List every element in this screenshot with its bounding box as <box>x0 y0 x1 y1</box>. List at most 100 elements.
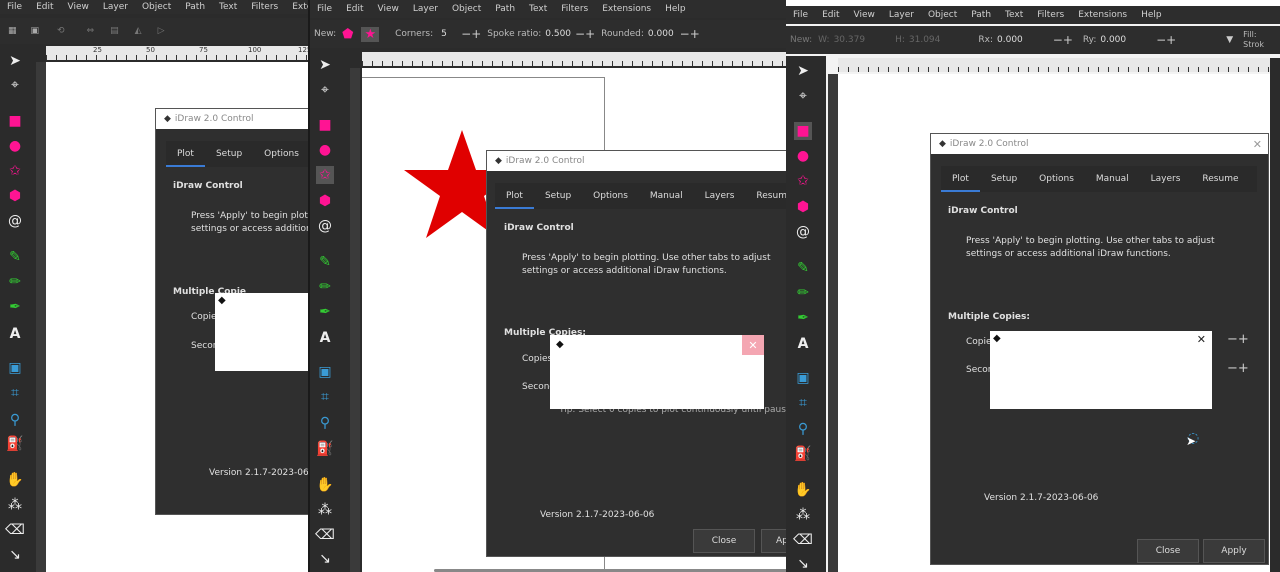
rect-icon[interactable]: ■ <box>794 122 812 140</box>
menu-extensions[interactable]: Extensions <box>285 2 310 12</box>
tab-setup[interactable]: Setup <box>980 166 1028 192</box>
box3d-icon[interactable]: ⬢ <box>794 198 812 216</box>
menu-layer[interactable]: Layer <box>406 4 445 14</box>
pencil-icon[interactable]: ✏ <box>794 284 812 302</box>
gradient-icon[interactable]: ▣ <box>794 369 812 387</box>
menu-view[interactable]: View <box>847 10 882 20</box>
node-icon[interactable]: ⌖ <box>6 76 24 94</box>
menu-extensions[interactable]: Extensions <box>595 4 658 14</box>
rx-stepper-icon[interactable]: −+ <box>1053 33 1073 47</box>
dropper-icon[interactable]: ⚲ <box>316 414 334 432</box>
menu-filters[interactable]: Filters <box>1030 10 1071 20</box>
tab-layers[interactable]: Layers <box>1140 166 1192 192</box>
tab-setup[interactable]: Setup <box>205 141 253 167</box>
menu-extensions[interactable]: Extensions <box>1071 10 1134 20</box>
rx-input[interactable]: 0.000 <box>997 35 1023 45</box>
menu-file[interactable]: File <box>786 10 815 20</box>
calligraphy-icon[interactable]: ✒ <box>6 298 24 316</box>
bezier-icon[interactable]: ✎ <box>794 259 812 277</box>
close-icon[interactable]: ✕ <box>1253 138 1262 151</box>
circle-icon[interactable]: ● <box>6 137 24 155</box>
tab-options[interactable]: Options <box>253 141 310 167</box>
select-all-icon[interactable]: ▦ <box>8 26 17 36</box>
connector-icon[interactable]: ↘ <box>316 550 334 568</box>
menu-layer[interactable]: Layer <box>882 10 921 20</box>
spray-icon[interactable]: ⁂ <box>6 496 24 514</box>
circle-icon[interactable]: ● <box>316 141 334 159</box>
bezier-icon[interactable]: ✎ <box>316 253 334 271</box>
menu-object[interactable]: Object <box>445 4 488 14</box>
tweak-icon[interactable]: ✋ <box>794 481 812 499</box>
spray-icon[interactable]: ⁂ <box>794 506 812 524</box>
gradient-icon[interactable]: ▣ <box>6 359 24 377</box>
flip-icon[interactable]: ⇔ <box>87 26 95 36</box>
calligraphy-icon[interactable]: ✒ <box>794 309 812 327</box>
tab-plot[interactable]: Plot <box>941 166 980 192</box>
apply-button[interactable]: Apply <box>1203 539 1265 563</box>
box3d-icon[interactable]: ⬢ <box>316 192 334 210</box>
select-same-icon[interactable]: ▣ <box>31 26 40 36</box>
eraser-icon[interactable]: ⌫ <box>315 526 335 544</box>
pencil-icon[interactable]: ✏ <box>6 273 24 291</box>
star-icon[interactable]: ✩ <box>6 162 24 180</box>
menu-text[interactable]: Text <box>212 2 244 12</box>
menu-path[interactable]: Path <box>964 10 998 20</box>
star-icon[interactable]: ✩ <box>794 172 812 190</box>
menu-help[interactable]: Help <box>658 4 693 14</box>
spoke-ratio-input[interactable]: 0.500 <box>545 29 571 39</box>
blank-popup-window[interactable]: ◆ ✕ <box>550 335 764 409</box>
blank-popup-window[interactable]: ◆ ✕ <box>990 331 1212 409</box>
bucket-icon[interactable]: ⛽ <box>316 440 334 458</box>
mesh-icon[interactable]: ⌗ <box>794 394 812 412</box>
bezier-icon[interactable]: ✎ <box>6 248 24 266</box>
selector-icon[interactable]: ➤ <box>316 56 334 74</box>
vertical-scrollbar[interactable] <box>1270 58 1280 572</box>
menu-file[interactable]: File <box>310 4 339 14</box>
lower-icon[interactable]: ▷ <box>158 26 165 36</box>
pencil-icon[interactable]: ✏ <box>316 278 334 296</box>
menu-edit[interactable]: Edit <box>339 4 370 14</box>
dropper-icon[interactable]: ⚲ <box>6 411 24 429</box>
rounded-input[interactable]: 0.000 <box>648 29 674 39</box>
tab-options[interactable]: Options <box>582 183 639 209</box>
node-icon[interactable]: ⌖ <box>316 81 334 99</box>
tweak-icon[interactable]: ✋ <box>316 476 334 494</box>
tab-setup[interactable]: Setup <box>534 183 582 209</box>
node-icon[interactable]: ⌖ <box>794 87 812 105</box>
tab-layers[interactable]: Layers <box>694 183 746 209</box>
close-button[interactable]: Close <box>1137 539 1199 563</box>
circle-icon[interactable]: ● <box>794 147 812 165</box>
menu-view[interactable]: View <box>371 4 406 14</box>
star-polygon-icon[interactable]: ⬟ <box>342 27 353 42</box>
ry-input[interactable]: 0.000 <box>1100 35 1126 45</box>
selector-icon[interactable]: ➤ <box>794 62 812 80</box>
menu-filters[interactable]: Filters <box>244 2 285 12</box>
star-shape-icon[interactable]: ★ <box>361 26 380 42</box>
menu-text[interactable]: Text <box>522 4 554 14</box>
menu-object[interactable]: Object <box>135 2 178 12</box>
mesh-icon[interactable]: ⌗ <box>316 388 334 406</box>
tab-plot[interactable]: Plot <box>166 141 205 167</box>
rect-icon[interactable]: ■ <box>6 112 24 130</box>
menu-object[interactable]: Object <box>921 10 964 20</box>
ry-stepper-icon[interactable]: −+ <box>1156 33 1176 47</box>
box3d-icon[interactable]: ⬢ <box>6 187 24 205</box>
menu-path[interactable]: Path <box>488 4 522 14</box>
menu-filters[interactable]: Filters <box>554 4 595 14</box>
menu-file[interactable]: File <box>0 2 29 12</box>
gradient-icon[interactable]: ▣ <box>316 363 334 381</box>
h-input[interactable]: 31.094 <box>909 35 941 45</box>
raise-icon[interactable]: ◭ <box>135 26 142 36</box>
rect-icon[interactable]: ■ <box>316 116 334 134</box>
corners-input[interactable]: 5 <box>441 29 461 39</box>
tab-plot[interactable]: Plot <box>495 183 534 209</box>
tab-manual[interactable]: Manual <box>1085 166 1140 192</box>
rounded-stepper-icon[interactable]: −+ <box>680 27 700 41</box>
dropdown-icon[interactable]: ▼ <box>1226 35 1233 45</box>
spiral-icon[interactable]: @ <box>316 217 334 235</box>
text-icon[interactable]: A <box>794 335 812 353</box>
calligraphy-icon[interactable]: ✒ <box>316 303 334 321</box>
blank-popup-window[interactable]: ◆ <box>215 293 310 371</box>
tab-manual[interactable]: Manual <box>639 183 694 209</box>
close-icon[interactable]: ✕ <box>1197 333 1206 346</box>
